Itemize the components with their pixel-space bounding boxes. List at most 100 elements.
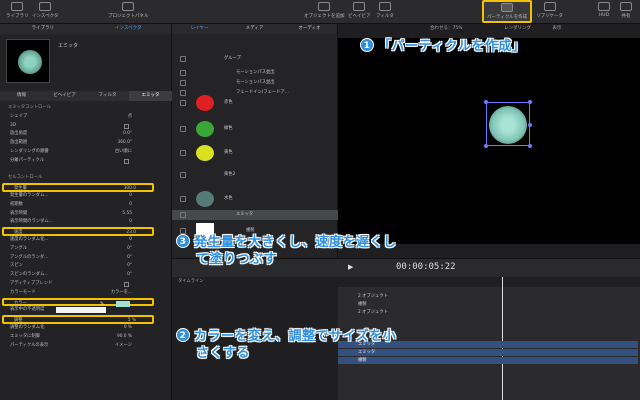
tab-library[interactable]: ライブラリ	[0, 24, 86, 34]
share-button[interactable]: 共有	[620, 2, 632, 19]
row-value[interactable]: イメージ	[100, 342, 132, 351]
layer-visibility-checkbox[interactable]	[180, 70, 186, 76]
row-value[interactable]: 0.0°	[100, 130, 132, 139]
layer-row[interactable]: 黄色2	[172, 170, 338, 180]
layer-visibility-checkbox[interactable]	[180, 126, 186, 132]
inspector-row[interactable]: 初期数 0	[0, 201, 172, 210]
row-value[interactable]: 5.55	[100, 210, 132, 219]
inspector-row[interactable]: カラー ✎	[2, 297, 154, 307]
project-panel-button[interactable]: プロジェクトパネル	[108, 2, 149, 19]
handle[interactable]	[528, 144, 532, 148]
hud-button[interactable]: HUD	[598, 2, 610, 18]
layer-row[interactable]: 赤色	[172, 95, 338, 111]
emitter-selection[interactable]	[484, 100, 532, 148]
inspector-row[interactable]: アングルのランダ... 0°	[0, 254, 172, 263]
timeline-track[interactable]: 2 オブジェクト	[338, 293, 538, 300]
filter-button[interactable]: フィルタ	[376, 2, 394, 19]
row-value[interactable]: 0 %	[100, 324, 132, 333]
timeline-track[interactable]: 2 オブジェクト	[338, 309, 538, 316]
layer-row[interactable]: フェードイン/フェードア...	[172, 88, 338, 98]
layer-visibility-checkbox[interactable]	[180, 172, 186, 178]
layer-visibility-checkbox[interactable]	[180, 56, 186, 62]
inspector-row[interactable]: 分離パーティクル	[0, 157, 172, 166]
library-button[interactable]: ライブラリ	[6, 2, 29, 19]
add-object-button[interactable]: オブジェクトを追加	[304, 2, 345, 19]
zoom-menu[interactable]: 合わせる：75%	[430, 26, 463, 31]
tab-media[interactable]: メディア	[227, 24, 282, 34]
row-value[interactable]: 90.0 %	[100, 333, 132, 342]
inspector-row[interactable]: 調整 5 %	[2, 315, 154, 324]
inspector-row[interactable]: アングル 0°	[0, 245, 172, 254]
inspector-row[interactable]: アディティブブレンド	[0, 280, 172, 289]
row-value[interactable]: 0	[100, 192, 132, 201]
inspector-row[interactable]: 表示中の不透明度	[0, 306, 172, 315]
tab-layers[interactable]: レイヤー	[172, 24, 227, 34]
inspector-row[interactable]: 3D	[0, 122, 172, 131]
handle[interactable]	[528, 100, 532, 104]
inspector-row[interactable]: 表示時間のランダム... 0	[0, 218, 172, 227]
layer-visibility-checkbox[interactable]	[180, 150, 186, 156]
inspector-row[interactable]: 放出角度 0.0°	[0, 130, 172, 139]
inspector-row[interactable]: 発生量 300.0	[2, 183, 154, 192]
replicator-button[interactable]: リプリケータ	[536, 2, 563, 19]
inspector-row[interactable]: 速度 23.0	[2, 227, 154, 236]
row-value[interactable]: 0°	[100, 245, 132, 254]
layer-visibility-checkbox[interactable]	[180, 100, 186, 106]
inspector-row[interactable]: 調整のランダム化 0 %	[0, 324, 172, 333]
row-value[interactable]: 古い順に	[100, 148, 132, 157]
tab-filters[interactable]: フィルタ	[86, 91, 129, 101]
checkbox[interactable]	[124, 281, 129, 287]
inspector-button[interactable]: インスペクタ	[32, 2, 58, 19]
render-menu[interactable]: レンダリング	[504, 26, 531, 31]
inspector-row[interactable]: 速度のランダム化... 0	[0, 236, 172, 245]
layer-row[interactable]: 緑色	[172, 121, 338, 137]
inspector-row[interactable]: 発生量のランダム... 0	[0, 192, 172, 201]
row-value[interactable]: 0	[100, 218, 132, 227]
layer-row[interactable]: グループ	[172, 54, 338, 64]
tab-behaviors[interactable]: ビヘイビア	[43, 91, 86, 101]
inspector-row[interactable]: エミッタに制御 90.0 %	[0, 333, 172, 342]
layer-visibility-checkbox[interactable]	[180, 90, 186, 96]
tab-info[interactable]: 情報	[0, 91, 43, 101]
tab-inspector[interactable]: インスペクタ	[86, 24, 172, 34]
layer-row[interactable]: モーションパス並出	[172, 78, 338, 88]
view-menu[interactable]: 表示	[552, 26, 561, 31]
canvas[interactable]	[338, 38, 640, 244]
tab-audio[interactable]: オーディオ	[282, 24, 337, 34]
inspector-row[interactable]: 表示時間 5.55	[0, 210, 172, 219]
row-value[interactable]: 0°	[100, 254, 132, 263]
row-label: アングルのランダ...	[10, 254, 49, 260]
inspector-row[interactable]: スピン 0°	[0, 262, 172, 271]
row-value[interactable]: カラーを...	[100, 289, 132, 298]
layer-row[interactable]: モーションパス並出	[172, 68, 338, 78]
layer-visibility-checkbox[interactable]	[180, 80, 186, 86]
layer-row[interactable]: エミッタ	[172, 210, 338, 220]
tab-emitter[interactable]: エミッタ	[129, 91, 172, 101]
row-value[interactable]: 0	[100, 236, 132, 245]
inspector-row[interactable]	[0, 166, 172, 175]
handle[interactable]	[528, 123, 532, 127]
row-value[interactable]: 0°	[100, 262, 132, 271]
row-value[interactable]: 0°	[100, 271, 132, 280]
timeline-track[interactable]: 複製	[338, 301, 538, 308]
row-value[interactable]: 360.0°	[100, 139, 132, 148]
inspector-row[interactable]: パーティクルの表示 イメージ	[0, 342, 172, 351]
create-particles-button[interactable]: パーティクルを作成	[482, 0, 533, 23]
layer-visibility-checkbox[interactable]	[180, 212, 186, 218]
layer-visibility-checkbox[interactable]	[180, 196, 186, 202]
handle[interactable]	[484, 100, 488, 104]
behavior-button[interactable]: ビヘイビア	[348, 2, 371, 19]
row-value[interactable]: 点	[100, 113, 132, 122]
checkbox[interactable]	[124, 158, 129, 164]
handle[interactable]	[484, 144, 488, 148]
checkbox[interactable]	[124, 123, 129, 129]
inspector-row[interactable]: レンダリングの順番 古い順に	[0, 148, 172, 157]
opacity-gradient[interactable]	[56, 307, 106, 314]
row-value[interactable]: 0	[100, 201, 132, 210]
layer-row[interactable]: 黄色	[172, 145, 338, 161]
layer-row[interactable]: 水色	[172, 191, 338, 207]
inspector-row[interactable]: スピンのランダム... 0°	[0, 271, 172, 280]
inspector-row[interactable]: カラーモード カラーを...	[0, 289, 172, 298]
inspector-row[interactable]: 放出範囲 360.0°	[0, 139, 172, 148]
inspector-row[interactable]: シェイプ 点	[0, 113, 172, 122]
